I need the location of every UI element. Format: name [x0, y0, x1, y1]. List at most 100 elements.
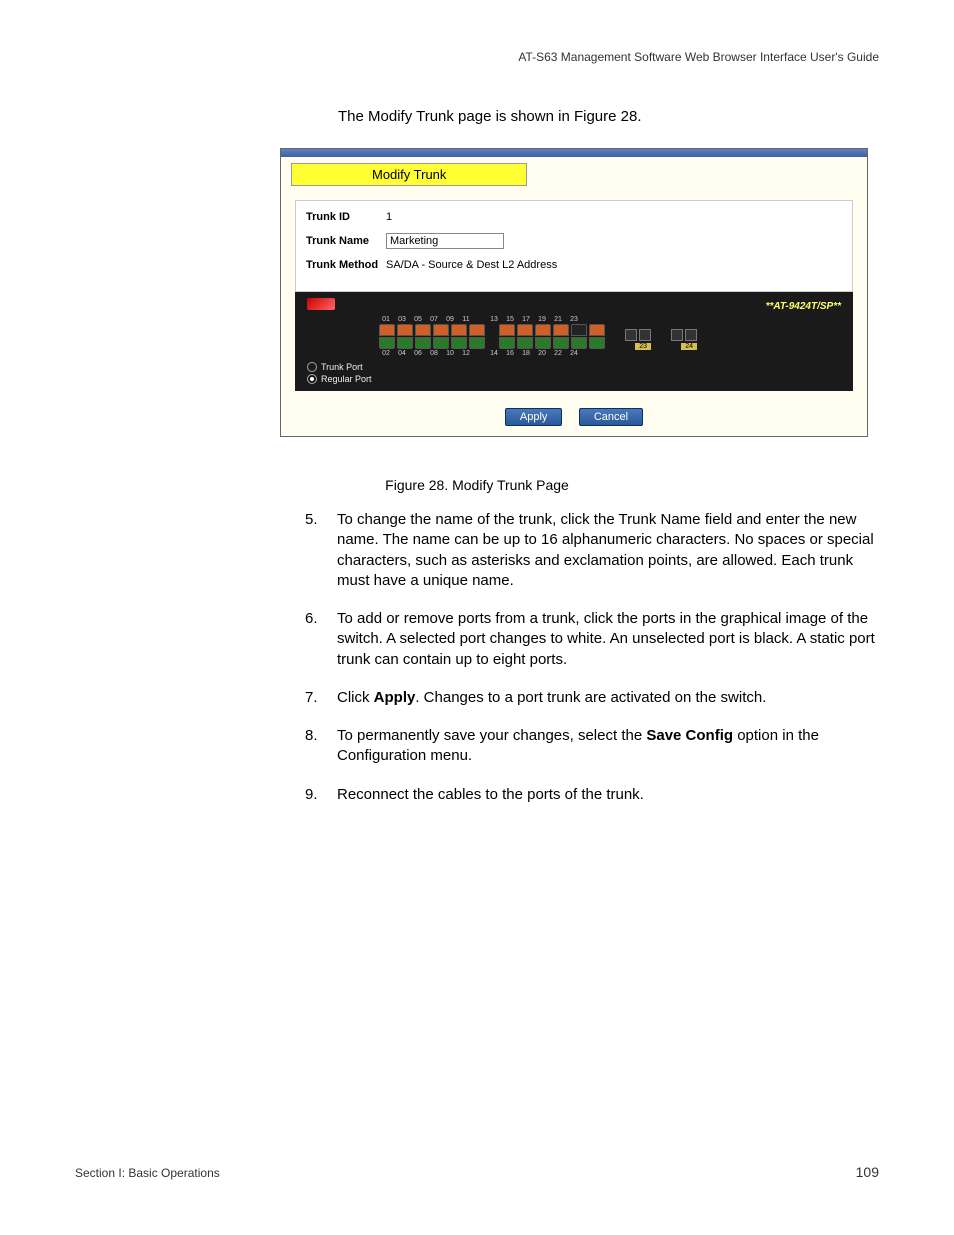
switch-port[interactable]: [499, 324, 515, 336]
trunk-id-value: 1: [386, 211, 392, 223]
switch-port[interactable]: [499, 337, 515, 349]
form-area: Trunk ID 1 Trunk Name Trunk Method SA/DA…: [295, 200, 853, 292]
switch-port[interactable]: [451, 324, 467, 336]
step-item: 6.To add or remove ports from a trunk, c…: [305, 609, 875, 670]
trunk-name-label: Trunk Name: [306, 235, 386, 247]
regular-port-radio[interactable]: Regular Port: [307, 373, 841, 385]
port-numbers-bottom: 020406081012141618202224: [379, 350, 841, 357]
trunk-id-row: Trunk ID 1: [306, 211, 842, 223]
apply-button[interactable]: Apply: [505, 408, 563, 426]
step-number: 6.: [305, 609, 337, 670]
switch-port[interactable]: [433, 337, 449, 349]
switch-port[interactable]: [415, 337, 431, 349]
panel-title: Modify Trunk: [291, 163, 527, 186]
port-grid: 010305070911131517192123 23 24 020406081…: [379, 316, 841, 357]
switch-graphic: **AT-9424T/SP** 010305070911131517192123…: [295, 292, 853, 391]
port-number: 03: [395, 316, 409, 323]
switch-port[interactable]: [379, 337, 395, 349]
button-row: Apply Cancel: [281, 399, 867, 436]
switch-port[interactable]: [535, 324, 551, 336]
switch-port[interactable]: [553, 324, 569, 336]
switch-port[interactable]: [469, 324, 485, 336]
switch-port[interactable]: [415, 324, 431, 336]
footer-section: Section I: Basic Operations: [75, 1166, 220, 1180]
step-item: 5.To change the name of the trunk, click…: [305, 510, 875, 591]
page-header: AT-S63 Management Software Web Browser I…: [518, 50, 879, 64]
switch-model-label: **AT-9424T/SP**: [766, 301, 841, 312]
step-body: To add or remove ports from a trunk, cli…: [337, 609, 875, 670]
radio-icon: [307, 362, 317, 372]
step-body: Reconnect the cables to the ports of the…: [337, 785, 875, 805]
port-number: 01: [379, 316, 393, 323]
bold-term: Save Config: [646, 727, 733, 744]
port-number: 10: [443, 350, 457, 357]
port-number: 23: [567, 316, 581, 323]
port-numbers-top: 010305070911131517192123: [379, 316, 841, 323]
step-body: Click Apply. Changes to a port trunk are…: [337, 688, 875, 708]
steps-list: 5.To change the name of the trunk, click…: [305, 510, 875, 823]
port-type-legend: Trunk Port Regular Port: [307, 361, 841, 385]
switch-port[interactable]: [397, 337, 413, 349]
cancel-button[interactable]: Cancel: [579, 408, 643, 426]
trunk-name-input[interactable]: [386, 233, 504, 249]
sfp-group-left: 23: [625, 329, 651, 350]
switch-port[interactable]: [397, 324, 413, 336]
step-number: 5.: [305, 510, 337, 591]
modify-trunk-panel: Modify Trunk Trunk ID 1 Trunk Name Trunk…: [280, 148, 868, 437]
port-number: 11: [459, 316, 473, 323]
port-number: 22: [551, 350, 565, 357]
panel-title-row: Modify Trunk: [281, 157, 867, 192]
step-item: 9.Reconnect the cables to the ports of t…: [305, 785, 875, 805]
switch-port[interactable]: [571, 337, 587, 349]
step-body: To change the name of the trunk, click t…: [337, 510, 875, 591]
switch-port[interactable]: [553, 337, 569, 349]
switch-port[interactable]: [589, 337, 605, 349]
sfp-group-right: 24: [671, 329, 697, 350]
sfp-port[interactable]: [625, 329, 637, 341]
step-number: 7.: [305, 688, 337, 708]
switch-port[interactable]: [469, 337, 485, 349]
port-number: 09: [443, 316, 457, 323]
switch-port[interactable]: [379, 324, 395, 336]
port-number: 15: [503, 316, 517, 323]
sfp-port[interactable]: [685, 329, 697, 341]
radio-icon: [307, 374, 317, 384]
panel-top-bar: [281, 149, 867, 157]
switch-port[interactable]: [433, 324, 449, 336]
step-body: To permanently save your changes, select…: [337, 726, 875, 767]
port-number: 18: [519, 350, 533, 357]
switch-port[interactable]: [589, 324, 605, 336]
port-number: 04: [395, 350, 409, 357]
trunk-name-row: Trunk Name: [306, 233, 842, 249]
switch-port[interactable]: [517, 337, 533, 349]
page-number: 109: [856, 1164, 879, 1180]
port-number: 17: [519, 316, 533, 323]
port-number: 06: [411, 350, 425, 357]
step-item: 7.Click Apply. Changes to a port trunk a…: [305, 688, 875, 708]
port-number: 24: [567, 350, 581, 357]
switch-port[interactable]: [535, 337, 551, 349]
port-row-top: [379, 324, 605, 336]
figure-caption: Figure 28. Modify Trunk Page: [0, 477, 954, 493]
port-number: 19: [535, 316, 549, 323]
port-number: 02: [379, 350, 393, 357]
step-number: 9.: [305, 785, 337, 805]
sfp-label-left: 23: [635, 343, 651, 350]
switch-port[interactable]: [571, 324, 587, 336]
switch-port[interactable]: [451, 337, 467, 349]
trunk-port-radio[interactable]: Trunk Port: [307, 361, 841, 373]
port-number: 13: [487, 316, 501, 323]
port-number: 16: [503, 350, 517, 357]
port-number: 07: [427, 316, 441, 323]
port-number: 21: [551, 316, 565, 323]
sfp-port[interactable]: [639, 329, 651, 341]
port-number: 20: [535, 350, 549, 357]
port-number: 14: [487, 350, 501, 357]
trunk-method-value: SA/DA - Source & Dest L2 Address: [386, 259, 557, 271]
trunk-port-label: Trunk Port: [321, 361, 363, 373]
intro-text: The Modify Trunk page is shown in Figure…: [338, 108, 642, 125]
step-item: 8.To permanently save your changes, sele…: [305, 726, 875, 767]
sfp-port[interactable]: [671, 329, 683, 341]
bold-term: Apply: [374, 689, 416, 706]
switch-port[interactable]: [517, 324, 533, 336]
